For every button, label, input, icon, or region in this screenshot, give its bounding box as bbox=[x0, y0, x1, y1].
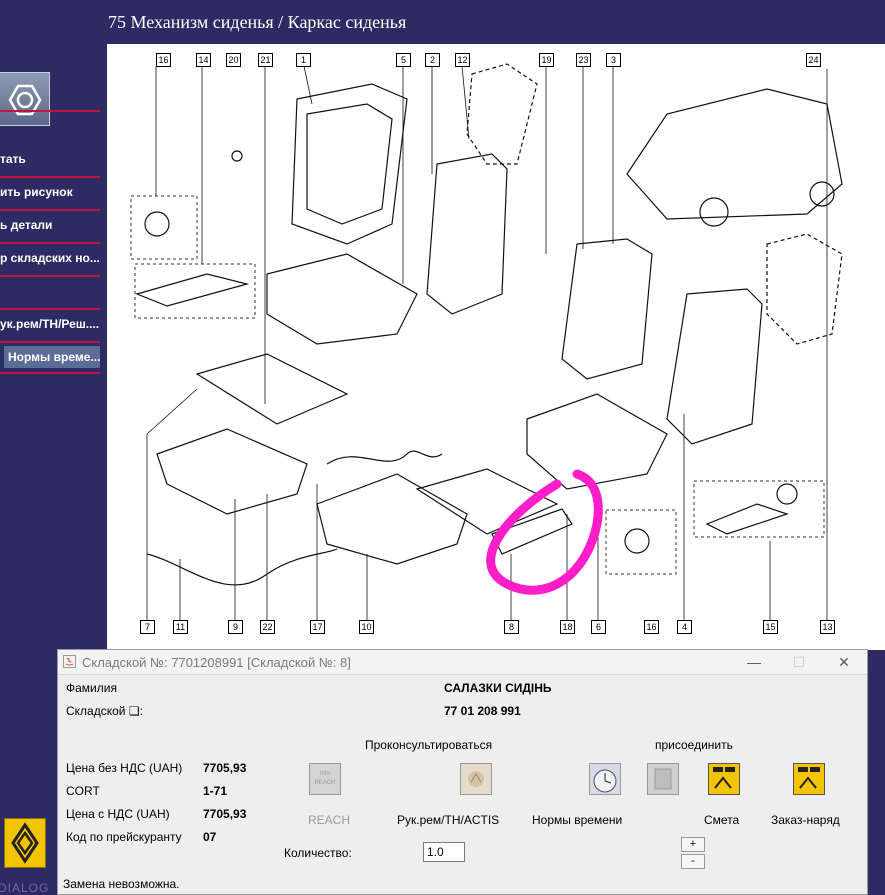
price-vat-value: 7705,93 bbox=[203, 807, 247, 821]
family-label: Фамилия bbox=[66, 681, 117, 695]
sidebar-divider bbox=[0, 372, 100, 374]
hand-icon bbox=[468, 771, 484, 787]
repair-manual-button[interactable] bbox=[460, 763, 492, 795]
maximize-button[interactable]: ☐ bbox=[784, 652, 814, 672]
stock-label: Складской ❏: bbox=[66, 704, 143, 718]
order-icon bbox=[796, 766, 822, 792]
reach-icon-text: Info REACH bbox=[314, 771, 336, 786]
price-code-label: Код по прейскуранту bbox=[66, 830, 182, 844]
sidebar-divider bbox=[0, 209, 100, 211]
price-no-vat-label: Цена без НДС (UAH) bbox=[66, 761, 183, 775]
sidebar-divider bbox=[0, 110, 100, 112]
sidebar-divider bbox=[0, 275, 100, 277]
callout-4[interactable]: 4 bbox=[677, 620, 692, 634]
exploded-view-drawing bbox=[130, 63, 843, 622]
sidebar-item-label: Нормы време... bbox=[8, 350, 100, 364]
time-norms-label[interactable]: Нормы времени bbox=[532, 813, 622, 827]
app-logo bbox=[0, 72, 50, 126]
watermark: DIALOG bbox=[0, 881, 50, 895]
price-no-vat-value: 7705,93 bbox=[203, 761, 247, 775]
price-vat-label: Цена с НДС (UAH) bbox=[66, 807, 170, 821]
dialog-titlebar[interactable]: Складской №: 7701208991 [Складской №: 8]… bbox=[58, 650, 867, 675]
highlight-circle bbox=[486, 469, 603, 595]
order-button[interactable] bbox=[793, 763, 825, 795]
dialog-title: Складской №: 7701208991 [Складской №: 8] bbox=[82, 655, 351, 670]
renault-logo bbox=[4, 818, 46, 868]
callout-16[interactable]: 16 bbox=[156, 53, 171, 67]
sidebar-item-picture[interactable]: ить рисунок bbox=[0, 181, 100, 203]
attach-icon-button[interactable] bbox=[647, 763, 679, 795]
clock-icon bbox=[593, 769, 617, 793]
estimate-button[interactable] bbox=[708, 763, 740, 795]
order-label[interactable]: Заказ-наряд bbox=[771, 813, 840, 827]
title-bar: 75 Механизм сиденья / Каркас сиденья bbox=[0, 0, 885, 44]
callout-6[interactable]: 6 bbox=[591, 620, 606, 634]
reach-label[interactable]: REACH bbox=[308, 813, 350, 827]
sidebar-divider bbox=[0, 242, 100, 244]
callout-14[interactable]: 14 bbox=[196, 53, 211, 67]
estimate-label[interactable]: Смета bbox=[704, 813, 739, 827]
callout-7[interactable]: 7 bbox=[140, 620, 155, 634]
callout-17[interactable]: 17 bbox=[310, 620, 325, 634]
callout-15[interactable]: 15 bbox=[763, 620, 778, 634]
callout-16b[interactable]: 16 bbox=[644, 620, 659, 634]
close-button[interactable]: ✕ bbox=[829, 652, 859, 672]
sidebar-item-time-norms[interactable]: Нормы време... bbox=[0, 346, 100, 368]
quantity-increment-button[interactable]: + bbox=[681, 837, 705, 852]
callout-1[interactable]: 1 bbox=[296, 53, 311, 67]
sidebar-item-repair-manual[interactable]: ук.рем/TH/Реш.... bbox=[0, 313, 100, 335]
cort-value: 1-71 bbox=[203, 784, 228, 798]
consult-label: Проконсультироваться bbox=[365, 738, 493, 752]
time-norms-button[interactable] bbox=[589, 763, 621, 795]
quantity-label: Количество: bbox=[284, 846, 352, 860]
sidebar-item-parts[interactable]: ь детали bbox=[0, 214, 100, 236]
document-icon bbox=[654, 768, 672, 790]
java-icon bbox=[63, 655, 76, 668]
sidebar-item-print[interactable]: тать bbox=[0, 148, 100, 170]
family-value: САЛАЗКИ СИДІНЬ bbox=[444, 681, 552, 695]
status-text: Замена невозможна. bbox=[63, 877, 180, 891]
callout-24[interactable]: 24 bbox=[806, 53, 821, 67]
callout-18[interactable]: 18 bbox=[560, 620, 575, 634]
part-info-dialog: Складской №: 7701208991 [Складской №: 8]… bbox=[57, 649, 868, 895]
callout-8[interactable]: 8 bbox=[504, 620, 519, 634]
sidebar-divider bbox=[0, 341, 100, 343]
sidebar-item-stock-numbers[interactable]: р складских но... bbox=[0, 247, 100, 269]
callout-13[interactable]: 13 bbox=[820, 620, 835, 634]
price-code-value: 07 bbox=[203, 830, 217, 844]
estimate-icon bbox=[711, 766, 737, 792]
callout-11[interactable]: 11 bbox=[173, 620, 188, 634]
sidebar-divider bbox=[0, 308, 100, 310]
sidebar-divider bbox=[0, 176, 100, 178]
callout-5[interactable]: 5 bbox=[396, 53, 411, 67]
minimize-button[interactable]: — bbox=[739, 652, 769, 672]
callout-20[interactable]: 20 bbox=[226, 53, 241, 67]
callout-2[interactable]: 2 bbox=[425, 53, 440, 67]
page-title: 75 Механизм сиденья / Каркас сиденья bbox=[108, 12, 407, 32]
quantity-input[interactable] bbox=[423, 842, 465, 862]
callout-9[interactable]: 9 bbox=[228, 620, 243, 634]
parts-diagram[interactable]: 16 14 20 21 1 5 2 12 19 23 3 24 7 11 9 2… bbox=[107, 44, 885, 650]
quantity-decrement-button[interactable]: - bbox=[681, 854, 705, 869]
reach-icon-button[interactable]: Info REACH bbox=[309, 763, 341, 795]
callout-10[interactable]: 10 bbox=[359, 620, 374, 634]
callout-12[interactable]: 12 bbox=[455, 53, 470, 67]
stock-value: 77 01 208 991 bbox=[444, 704, 521, 718]
callout-3[interactable]: 3 bbox=[606, 53, 621, 67]
attach-label: присоединить bbox=[655, 738, 733, 752]
cort-label: CORT bbox=[66, 784, 100, 798]
repair-manual-label[interactable]: Рук.рем/TH/ACTIS bbox=[397, 813, 499, 827]
callout-22[interactable]: 22 bbox=[260, 620, 275, 634]
callout-23[interactable]: 23 bbox=[576, 53, 591, 67]
callout-19[interactable]: 19 bbox=[539, 53, 554, 67]
callout-21[interactable]: 21 bbox=[258, 53, 273, 67]
